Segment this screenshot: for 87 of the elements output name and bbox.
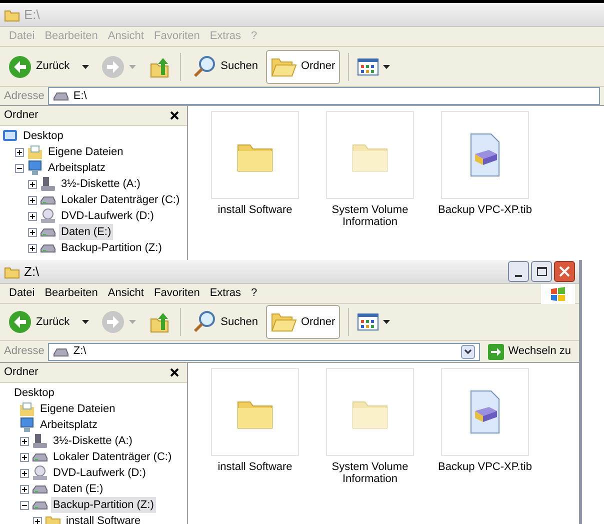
expand-icon[interactable] [28,212,37,220]
address-field[interactable]: Z:\ [48,342,480,360]
tree-item[interactable]: Arbeitsplatz [38,416,100,434]
menu-item[interactable]: Bearbeiten [40,285,103,302]
expand-icon[interactable] [20,452,29,462]
documents-folder-icon [19,401,35,417]
caret-icon[interactable] [383,320,390,324]
views-button-icon[interactable] [357,313,380,331]
address-field[interactable]: E:\ [48,87,600,105]
drive-icon [53,91,70,101]
views-button-icon[interactable] [357,58,380,76]
go-button[interactable]: Wechseln zu [484,343,575,360]
file-label[interactable]: Backup VPC-XP.tib [435,204,535,216]
tree-item[interactable]: Lokaler Datenträger (C:) [59,192,182,208]
address-label: Adresse [4,88,44,104]
menu-item[interactable]: Datei [4,285,40,302]
tree-item[interactable]: 3½-Diskette (A:) [51,432,134,450]
close-button[interactable] [554,261,575,282]
folder-icon [270,311,297,333]
file-label[interactable]: install Software [205,461,305,473]
desktop-icon [2,128,18,144]
expand-icon[interactable] [33,516,42,524]
tree-item[interactable]: Backup-Partition (Z:) [59,240,164,256]
dvd-drive-icon [32,465,48,481]
floppy-drive-icon [32,433,48,449]
tree-item[interactable]: Daten (E:) [59,224,114,240]
computer-icon [27,160,43,176]
drive-icon [53,346,70,356]
menu-item[interactable]: Extras [204,285,246,302]
back-button[interactable]: Zurück [4,306,74,338]
folder-icon [4,264,20,278]
tree-item[interactable]: Desktop [12,384,56,402]
expand-icon[interactable] [15,148,24,156]
expand-icon[interactable] [20,436,29,446]
folder-icon [270,56,297,78]
windows-logo-icon [550,286,566,300]
maximize-button[interactable] [531,261,552,282]
caret-icon[interactable] [82,320,89,324]
tree-item[interactable]: install Software [64,512,143,524]
search-button[interactable]: Suchen [188,50,262,82]
computer-icon [19,417,35,433]
file-label[interactable]: System Volume Information [320,461,420,485]
documents-folder-icon [27,144,43,160]
folders-button[interactable]: Ordner [266,305,340,339]
tree-item[interactable]: DVD-Laufwerk (D:) [51,464,148,482]
expand-icon[interactable] [28,180,37,188]
tree-item[interactable]: 3½-Diskette (A:) [59,176,142,192]
dvd-drive-icon [40,208,56,224]
window-title: Z:\ [24,262,40,281]
caret-icon[interactable] [383,64,390,68]
address-label: Adresse [4,344,44,360]
menu-item[interactable]: Favoriten [148,285,205,302]
collapse-icon[interactable] [15,164,24,172]
search-icon [192,54,217,78]
file-label[interactable]: System Volume Information [320,204,420,228]
file-label[interactable]: install Software [205,204,305,216]
close-icon [559,266,570,277]
tree-item[interactable]: Desktop [21,128,66,144]
menu-item[interactable]: Ansicht [102,285,149,302]
collapse-icon[interactable] [20,500,29,510]
tree-item[interactable]: Eigene Dateien [38,400,118,418]
folders-button[interactable]: Ordner [266,50,340,84]
menu-item[interactable]: ? [246,285,262,302]
floppy-drive-icon [40,176,56,192]
file-label[interactable]: Backup VPC-XP.tib [435,461,535,473]
folder-pane-title: Ordner [4,108,38,124]
tree-item[interactable]: Lokaler Datenträger (C:) [51,448,174,466]
expand-icon[interactable] [20,468,29,478]
tree-item[interactable]: Daten (E:) [51,480,106,498]
folder-icon [4,8,20,22]
tree-item[interactable]: Arbeitsplatz [46,160,108,176]
window-title: E:\ [24,6,40,24]
minimize-button[interactable] [508,261,529,282]
search-button[interactable]: Suchen [188,306,262,338]
expand-icon[interactable] [28,196,37,204]
close-icon[interactable] [170,111,179,120]
search-icon [192,310,217,334]
close-icon[interactable] [170,368,179,377]
caret-icon[interactable] [82,64,89,68]
expand-icon[interactable] [20,484,29,494]
tree-item[interactable]: Eigene Dateien [46,144,126,160]
folder-pane-title: Ordner [4,365,38,380]
tree-item[interactable]: DVD-Laufwerk (D:) [59,208,156,224]
tree-item[interactable]: Backup-Partition (Z:) [51,496,156,514]
expand-icon[interactable] [28,244,37,252]
expand-icon[interactable] [28,228,37,236]
back-button[interactable]: Zurück [4,50,74,82]
